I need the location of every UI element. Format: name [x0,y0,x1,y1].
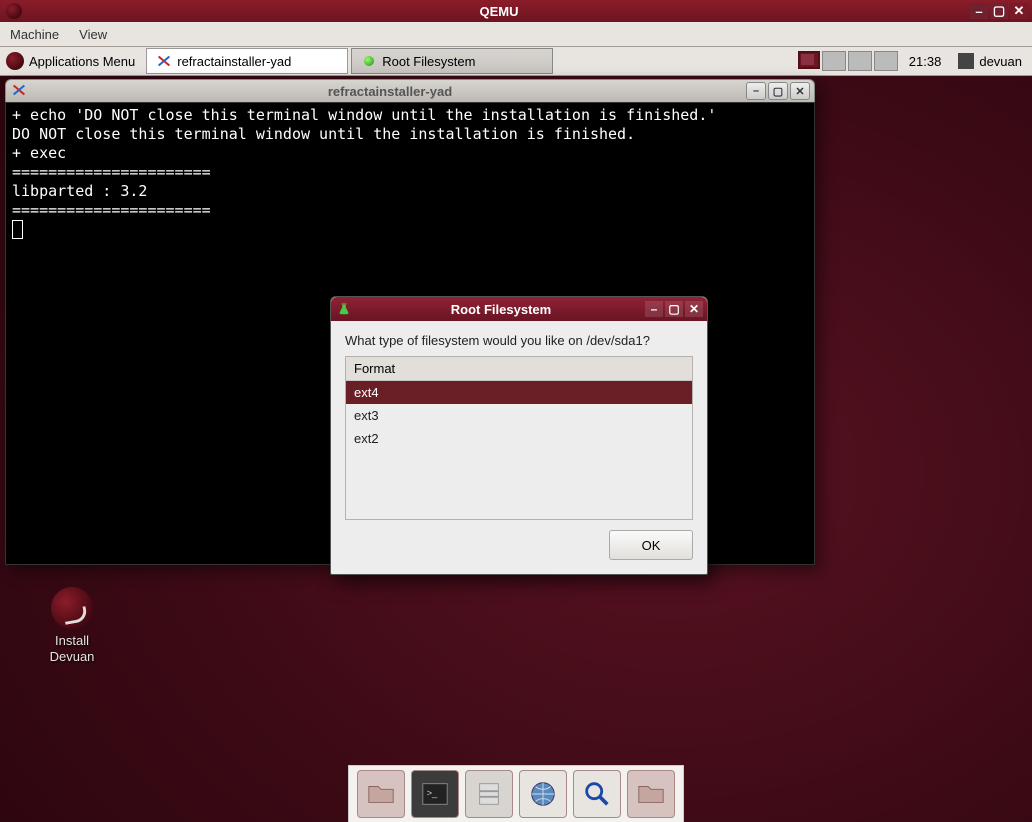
task-label: refractainstaller-yad [177,54,291,69]
guest-desktop: Applications Menu refractainstaller-yad … [0,47,1032,822]
top-panel: Applications Menu refractainstaller-yad … [0,47,1032,76]
svg-text:>_: >_ [427,788,438,798]
cursor [12,220,23,239]
dialog-titlebar[interactable]: Root Filesystem – ▢ ✕ [331,297,707,321]
root-filesystem-dialog: Root Filesystem – ▢ ✕ What type of files… [330,296,708,575]
desktop-icon-label: Install Devuan [32,633,112,664]
terminal-close-button[interactable]: ✕ [790,82,810,100]
dialog-title: Root Filesystem [357,302,645,317]
qemu-menubar: Machine View [0,22,1032,47]
folder-icon [636,779,666,809]
devuan-logo-icon [6,52,24,70]
magnifier-icon [582,779,612,809]
app-icon [157,54,171,68]
list-item-ext3[interactable]: ext3 [346,404,692,427]
user-icon [958,53,974,69]
workspace-1[interactable] [798,51,820,69]
folder-icon [366,779,396,809]
taskbar-item-refractainstaller[interactable]: refractainstaller-yad [146,48,348,74]
workspace-3[interactable] [848,51,872,71]
dialog-question: What type of filesystem would you like o… [345,333,693,348]
task-label: Root Filesystem [382,54,475,69]
list-item-ext2[interactable]: ext2 [346,427,692,450]
terminal-icon: >_ [420,779,450,809]
dock-archive-manager[interactable] [465,770,513,818]
workspace-2[interactable] [822,51,846,71]
user-menu[interactable]: devuan [952,53,1028,69]
list-item-ext4[interactable]: ext4 [346,381,692,404]
qemu-title: QEMU [28,4,970,19]
flask-icon [337,302,351,316]
dock-web-browser[interactable] [519,770,567,818]
dock-terminal[interactable]: >_ [411,770,459,818]
clock[interactable]: 21:38 [901,54,950,69]
archive-icon [474,779,504,809]
filesystem-listbox[interactable]: Format ext4 ext3 ext2 [345,356,693,520]
qemu-icon [6,3,22,19]
ok-button[interactable]: OK [609,530,693,560]
list-header[interactable]: Format [346,357,692,381]
menu-machine[interactable]: Machine [6,25,63,44]
workspace-switcher [798,51,898,71]
dock-search[interactable] [573,770,621,818]
applications-menu-label: Applications Menu [29,54,135,69]
installer-icon [51,587,93,629]
terminal-titlebar[interactable]: refractainstaller-yad – ▢ ✕ [5,79,815,102]
workspace-4[interactable] [874,51,898,71]
terminal-app-icon [12,83,28,99]
applications-menu-button[interactable]: Applications Menu [4,49,143,73]
dock-folder[interactable] [627,770,675,818]
user-name: devuan [979,54,1022,69]
terminal-minimize-button[interactable]: – [746,82,766,100]
terminal-title: refractainstaller-yad [34,84,746,99]
qemu-maximize-button[interactable]: ▢ [990,3,1008,19]
taskbar-item-root-filesystem[interactable]: Root Filesystem [351,48,553,74]
menu-view[interactable]: View [75,25,111,44]
desktop-icon-install-devuan[interactable]: Install Devuan [32,587,112,664]
terminal-maximize-button[interactable]: ▢ [768,82,788,100]
qemu-titlebar: QEMU – ▢ ✕ [0,0,1032,22]
dialog-maximize-button[interactable]: ▢ [665,301,683,317]
dialog-minimize-button[interactable]: – [645,301,663,317]
qemu-close-button[interactable]: ✕ [1010,3,1028,19]
app-icon [362,54,376,68]
dock-file-manager[interactable] [357,770,405,818]
dialog-close-button[interactable]: ✕ [685,301,703,317]
qemu-minimize-button[interactable]: – [970,3,988,19]
globe-icon [528,779,558,809]
dock: >_ [348,765,684,822]
